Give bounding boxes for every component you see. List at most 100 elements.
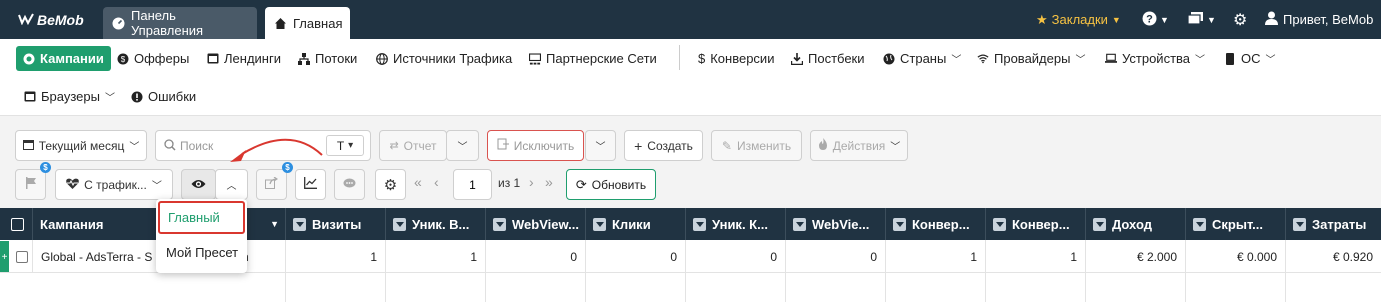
logo[interactable]: BeMob — [18, 12, 84, 28]
create-button[interactable]: + Создать — [624, 130, 703, 161]
column-header-visits[interactable]: Визиты — [286, 208, 386, 240]
flag-icon — [25, 177, 37, 192]
search-type-select[interactable]: T ▾ — [326, 135, 364, 156]
page-input[interactable] — [453, 169, 492, 200]
main-nav-row-2: Браузеры ﹀ Ошибки — [0, 77, 1381, 115]
nav-item-offers[interactable]: $ Офферы — [117, 46, 189, 71]
preset-dropdown-toggle[interactable]: ︿ — [215, 169, 248, 200]
refresh-button[interactable]: ⟳ Обновить — [566, 169, 656, 200]
period-select[interactable]: Текущий месяц ﹀ — [15, 130, 147, 161]
tab-dashboard-label: Панель Управления — [131, 8, 204, 38]
column-header-label: Уник. К... — [712, 216, 768, 232]
bookmarks-menu[interactable]: ★ Закладки ▼ — [1036, 0, 1121, 39]
empty-cell — [786, 273, 886, 302]
line-chart-icon — [304, 177, 317, 192]
exclude-dropdown-button[interactable]: ﹀ — [585, 130, 616, 161]
column-header-label: Конвер... — [912, 216, 970, 232]
actions-button[interactable]: Действия ﹀ — [810, 130, 908, 161]
empty-cell — [886, 273, 986, 302]
toolbar: Текущий месяц ﹀ T ▾ ⇄ Отчет ﹀ Исключить … — [0, 115, 1381, 208]
nav-item-label: ОС — [1241, 51, 1261, 66]
column-header-label: WebVie... — [812, 216, 870, 232]
nav-item-traffic-sources[interactable]: Источники Трафика — [376, 46, 512, 71]
column-header-conversions[interactable]: Конвер... — [886, 208, 986, 240]
prev-page-icon[interactable]: ‹ — [434, 174, 439, 190]
chevron-down-icon: ▾ — [348, 140, 354, 151]
nav-item-flows[interactable]: Потоки — [298, 46, 357, 71]
settings-button[interactable]: ⚙ — [1233, 0, 1247, 39]
edit-button[interactable]: ✎ Изменить — [711, 130, 802, 161]
nav-item-affiliate-networks[interactable]: Партнерские Сети — [529, 46, 657, 71]
nav-item-providers[interactable]: Провайдеры ﹀ — [977, 46, 1085, 71]
next-page-icon[interactable]: › — [529, 174, 534, 190]
user-greeting: Привет, BeMob — [1283, 12, 1374, 27]
campaign-icon — [23, 53, 35, 65]
tab-dashboard[interactable]: Панель Управления — [103, 7, 257, 39]
column-header-label: Визиты — [312, 216, 362, 232]
nav-divider — [679, 45, 680, 70]
nav-item-label: Источники Трафика — [393, 51, 513, 66]
traffic-filter-select[interactable]: С трафик... ﹀ — [55, 169, 173, 200]
column-header-webview[interactable]: WebView... — [486, 208, 586, 240]
last-page-icon[interactable]: » — [545, 174, 553, 190]
report-dropdown-button[interactable]: ﹀ — [446, 130, 479, 161]
table-settings-button[interactable]: ⚙ — [375, 169, 406, 200]
flag-button[interactable] — [15, 169, 46, 200]
column-header-revenue[interactable]: Доход — [1086, 208, 1186, 240]
gear-icon: ⚙ — [1233, 11, 1248, 29]
row-checkbox[interactable] — [9, 240, 33, 273]
search-input[interactable] — [180, 137, 330, 155]
report-button[interactable]: ⇄ Отчет — [379, 130, 447, 161]
tab-home-label: Главная — [293, 15, 343, 31]
plus-icon: + — [634, 137, 643, 154]
refresh-icon: ⟳ — [575, 176, 587, 192]
empty-cell — [486, 273, 586, 302]
column-header-cost[interactable]: Затраты — [1286, 208, 1381, 240]
eye-icon — [191, 178, 206, 192]
nav-item-label: Ошибки — [148, 89, 197, 104]
nav-item-browsers[interactable]: Браузеры ﹀ — [24, 84, 115, 109]
column-preset-button[interactable] — [181, 169, 216, 200]
exclude-label: Исключить — [513, 138, 575, 153]
nav-item-campaigns[interactable]: Кампании — [16, 46, 111, 71]
nav-item-postbacks[interactable]: Постбеки — [791, 46, 865, 71]
preset-option-my-preset[interactable]: Мой Пресет — [158, 236, 245, 269]
column-header-hidden[interactable]: Скрыт... — [1186, 208, 1286, 240]
nav-item-label: Кампании — [40, 51, 104, 66]
windows-menu[interactable]: ▼ — [1187, 0, 1216, 39]
select-all-checkbox[interactable] — [0, 208, 33, 240]
nav-item-conversions[interactable]: $ Конверсии — [698, 46, 774, 71]
sort-down-icon: ▼ — [270, 219, 279, 229]
nav-item-countries[interactable]: Страны ﹀ — [883, 46, 961, 71]
nav-item-devices[interactable]: Устройства ﹀ — [1105, 46, 1205, 71]
empty-cell — [386, 273, 486, 302]
column-header-unique-clicks[interactable]: Уник. К... — [686, 208, 786, 240]
tab-home[interactable]: Главная — [265, 7, 350, 39]
share-button[interactable] — [256, 169, 287, 200]
column-header-webview-2[interactable]: WebVie... — [786, 208, 886, 240]
nav-item-errors[interactable]: Ошибки — [131, 84, 196, 109]
nav-item-landings[interactable]: Лендинги — [207, 46, 281, 71]
refresh-label: Обновить — [591, 177, 647, 192]
user-icon — [1265, 11, 1278, 28]
preset-option-main[interactable]: Главный — [158, 201, 245, 234]
column-header-conversions-2[interactable]: Конвер... — [986, 208, 1086, 240]
help-menu[interactable]: ? ▼ — [1142, 0, 1169, 39]
question-icon: ? — [1142, 11, 1157, 29]
search-type-label: T — [336, 138, 345, 153]
main-nav: Кампании $ Офферы Лендинги Потоки Источн… — [0, 39, 1381, 77]
empty-cell — [33, 273, 286, 302]
column-header-clicks[interactable]: Клики — [586, 208, 686, 240]
nav-item-os[interactable]: ОС ﹀ — [1224, 46, 1276, 71]
column-header-label: Конвер... — [1012, 216, 1070, 232]
exclamation-icon — [131, 91, 143, 103]
column-header-unique-visits[interactable]: Уник. В... — [386, 208, 486, 240]
nav-item-label: Устройства — [1122, 51, 1191, 66]
first-page-icon[interactable]: « — [414, 174, 422, 190]
comments-button[interactable] — [334, 169, 365, 200]
user-menu[interactable]: Привет, BeMob — [1265, 0, 1373, 39]
empty-cell — [586, 273, 686, 302]
chevron-down-icon: ▼ — [1207, 14, 1216, 25]
chart-button[interactable] — [295, 169, 326, 200]
exclude-button[interactable]: Исключить — [487, 130, 584, 161]
